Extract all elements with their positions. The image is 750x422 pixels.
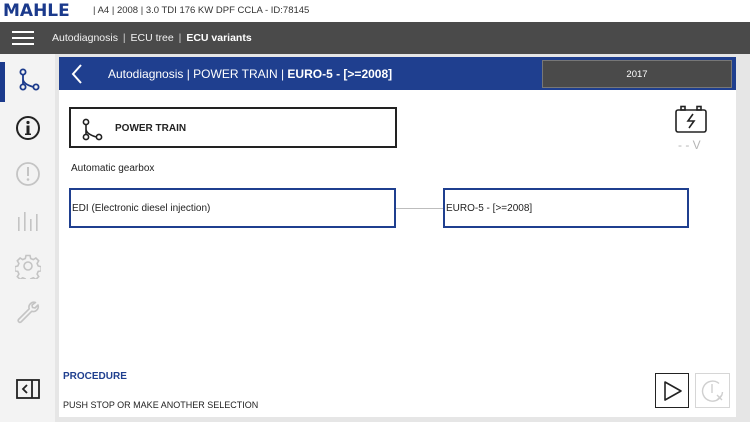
sidebar-item-warnings[interactable] (0, 154, 55, 194)
panel-title-variant: EURO-5 - [>=2008] (287, 67, 393, 81)
vehicle-info: | A4 | 2008 | 3.0 TDI 176 KW DPF CCLA - … (93, 5, 310, 16)
breadcrumb-separator: | (178, 32, 182, 44)
warning-icon (15, 162, 40, 186)
panel-title: Autodiagnosis | POWER TRAIN | EURO-5 - [… (108, 67, 392, 81)
play-icon (664, 380, 682, 401)
main-panel: Autodiagnosis | POWER TRAIN | EURO-5 - [… (59, 57, 736, 417)
panel-header: Autodiagnosis | POWER TRAIN | EURO-5 - [… (59, 57, 736, 90)
procedure-text: PUSH STOP OR MAKE ANOTHER SELECTION (63, 400, 259, 410)
ecu-node-edi[interactable]: EDI (Electronic diesel injection) (69, 188, 396, 228)
sidebar-collapse-button[interactable] (0, 369, 55, 409)
collapse-icon (15, 379, 40, 399)
wrench-icon (16, 301, 39, 324)
bar-chart-icon (17, 212, 38, 231)
stop-icon (701, 379, 723, 402)
sidebar-item-tools[interactable] (0, 292, 55, 332)
sidebar (0, 54, 55, 422)
sidebar-item-settings[interactable] (0, 246, 55, 286)
navbar: Autodiagnosis | ECU tree | ECU variants (0, 22, 750, 54)
stop-button (695, 373, 730, 408)
breadcrumb-ecu-tree[interactable]: ECU tree (131, 32, 174, 44)
year-selector[interactable]: 2017 (542, 60, 732, 88)
tree-icon (82, 118, 103, 141)
procedure-title: PROCEDURE (63, 371, 127, 382)
tree-icon (19, 68, 39, 91)
battery-icon (675, 105, 707, 133)
ecu-variant-node[interactable]: EURO-5 - [>=2008] (443, 188, 689, 228)
sidebar-item-ecu-tree[interactable] (0, 60, 55, 102)
chevron-left-icon (71, 64, 82, 84)
system-power-train[interactable]: POWER TRAIN (69, 107, 397, 148)
breadcrumb-autodiagnosis[interactable]: Autodiagnosis (52, 32, 118, 44)
tree-connector (396, 208, 443, 209)
panel-title-path: Autodiagnosis | POWER TRAIN | (108, 67, 288, 81)
mahle-logo: MAHLE (3, 1, 70, 21)
breadcrumb-separator: | (122, 32, 126, 44)
play-button[interactable] (655, 373, 689, 408)
voltage-readout: - - V (678, 138, 701, 152)
section-label: Automatic gearbox (71, 163, 155, 174)
back-button[interactable] (67, 62, 89, 86)
menu-icon[interactable] (12, 31, 34, 46)
info-icon (15, 116, 40, 140)
gear-icon (14, 254, 41, 279)
sidebar-item-live-data[interactable] (0, 200, 55, 240)
system-label: POWER TRAIN (115, 123, 187, 134)
breadcrumb-current: ECU variants (186, 32, 252, 44)
sidebar-item-info[interactable] (0, 108, 55, 148)
top-strip: MAHLE | A4 | 2008 | 3.0 TDI 176 KW DPF C… (0, 0, 750, 22)
breadcrumb: Autodiagnosis | ECU tree | ECU variants (52, 32, 252, 45)
